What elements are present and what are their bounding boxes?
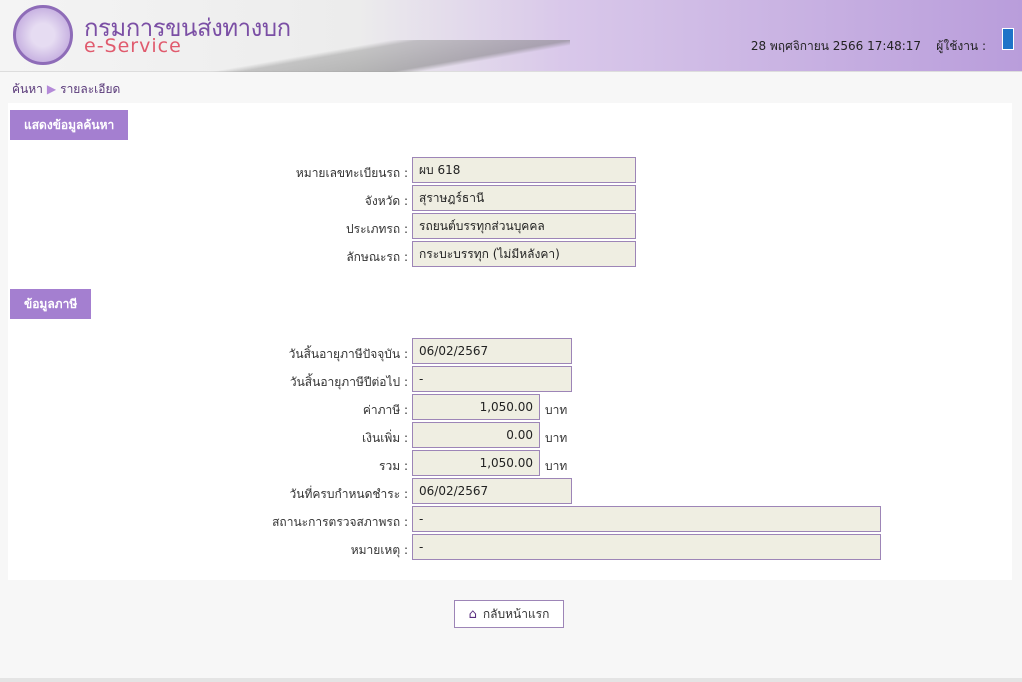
section-header-vehicle: แสดงข้อมูลค้นหา	[10, 110, 129, 140]
triangle-right-icon: ▶	[46, 82, 57, 96]
label-current-expiry: วันสิ้นอายุภาษีปัจจุบัน :	[288, 347, 408, 361]
field-current-expiry: 06/02/2567	[412, 338, 572, 364]
footer-bar	[0, 678, 1022, 682]
label-total: รวม :	[379, 459, 408, 473]
home-button-label: กลับหน้าแรก	[482, 606, 550, 621]
dlt-seal-logo	[13, 5, 73, 65]
field-inspection-status: -	[412, 506, 881, 532]
datetime-user: 28 พฤศจิกายน 2566 17:48:17 ผู้ใช้งาน :	[751, 37, 986, 56]
label-surcharge: เงินเพิ่ม :	[362, 431, 408, 445]
label-tax-amount: ค่าภาษี :	[362, 403, 408, 417]
unit-baht: บาท	[545, 431, 568, 445]
breadcrumb-search[interactable]: ค้นหา	[12, 82, 43, 96]
label-due-date: วันที่ครบกำหนดชำระ :	[289, 487, 408, 501]
field-plate: ผบ 618	[412, 157, 636, 183]
field-due-date: 06/02/2567	[412, 478, 572, 504]
datetime: 28 พฤศจิกายน 2566 17:48:17	[750, 39, 922, 53]
unit-baht: บาท	[545, 459, 568, 473]
home-icon: ⌂	[468, 606, 477, 622]
field-surcharge: 0.00	[412, 422, 540, 448]
section-header-tax: ข้อมูลภาษี	[10, 289, 92, 319]
field-vehicle-type: รถยนต์บรรทุกส่วนบุคคล	[412, 213, 636, 239]
logout-door-icon[interactable]	[1002, 28, 1014, 50]
label-remark: หมายเหตุ :	[350, 543, 408, 557]
breadcrumb: ค้นหา ▶ รายละเอียด	[12, 80, 120, 99]
unit-baht: บาท	[545, 403, 568, 417]
field-body-type: กระบะบรรทุก (ไม่มีหลังคา)	[412, 241, 636, 267]
label-vehicle-type: ประเภทรถ :	[346, 222, 408, 236]
label-next-expiry: วันสิ้นอายุภาษีปีต่อไป :	[289, 375, 408, 389]
label-province: จังหวัด :	[364, 194, 408, 208]
breadcrumb-detail: รายละเอียด	[60, 82, 121, 96]
label-plate: หมายเลขทะเบียนรถ :	[295, 166, 408, 180]
field-remark: -	[412, 534, 881, 560]
field-next-expiry: -	[412, 366, 572, 392]
service-name: e-Service	[84, 35, 182, 57]
label-body-type: ลักษณะรถ :	[346, 250, 408, 264]
field-province: สุราษฎร์ธานี	[412, 185, 636, 211]
label-inspection-status: สถานะการตรวจสภาพรถ :	[272, 515, 408, 529]
header-banner: กรมการขนส่งทางบก e-Service 28 พฤศจิกายน …	[0, 0, 1022, 72]
field-total: 1,050.00	[412, 450, 540, 476]
home-button[interactable]: ⌂ กลับหน้าแรก	[454, 600, 564, 628]
user-label: ผู้ใช้งาน :	[936, 39, 986, 53]
field-tax-amount: 1,050.00	[412, 394, 540, 420]
